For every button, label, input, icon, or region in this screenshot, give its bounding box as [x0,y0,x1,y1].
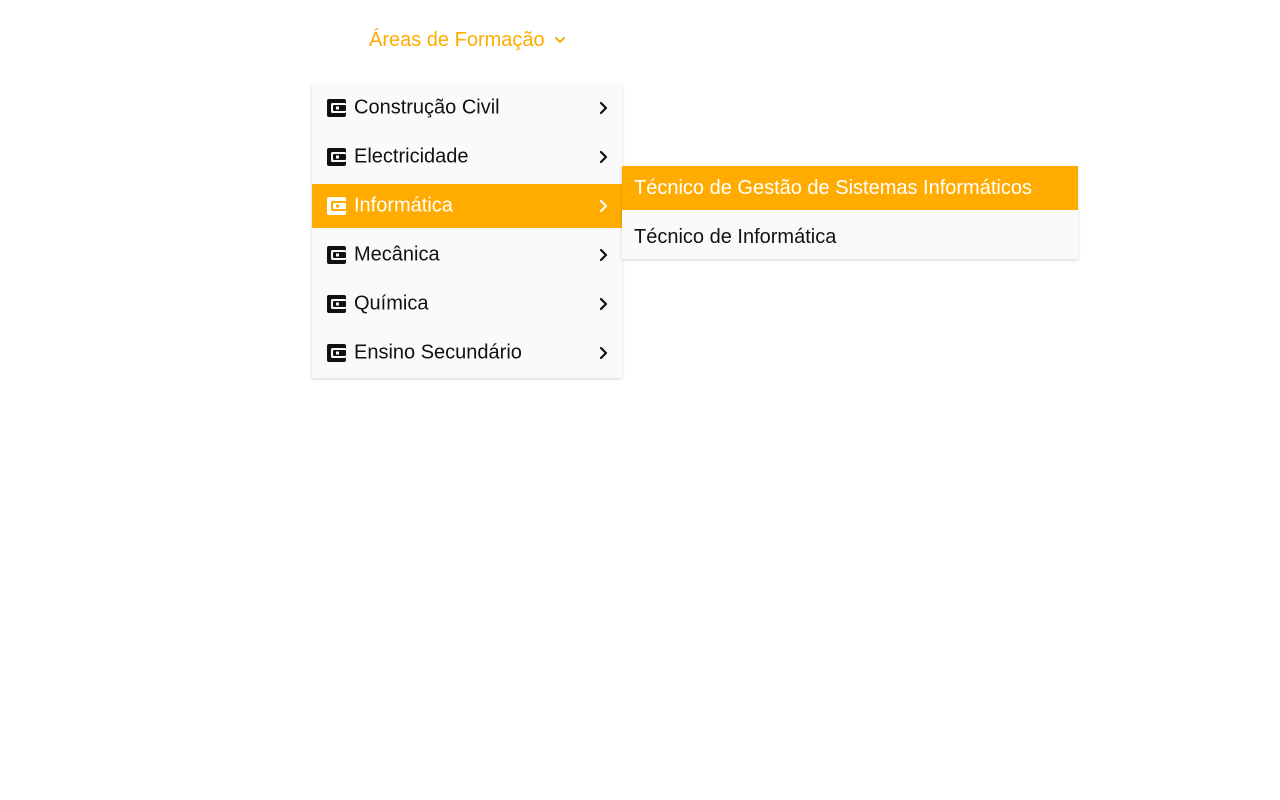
menu-item-label: Electricidade [354,145,469,168]
menu-item-informatica[interactable]: Informática [312,184,622,228]
menu-item-ensino-secundario[interactable]: Ensino Secundário [312,331,622,375]
menu-item-label: Construção Civil [354,96,500,119]
nav-trigger-label: Áreas de Formação [369,28,545,51]
chevron-right-icon [599,248,608,262]
submenu-item-tecnico-informatica[interactable]: Técnico de Informática [622,215,1078,259]
menu-item-construcao-civil[interactable]: Construção Civil [312,86,622,130]
wallet-icon [327,99,346,117]
menu-item-label: Ensino Secundário [354,341,522,364]
menu-item-label: Química [354,292,429,315]
chevron-right-icon [599,150,608,164]
menu-item-quimica[interactable]: Química [312,282,622,326]
wallet-icon [327,344,346,362]
menu-item-mecanica[interactable]: Mecânica [312,233,622,277]
informatica-submenu: Técnico de Gestão de Sistemas Informátic… [622,166,1078,259]
chevron-right-icon [599,346,608,360]
wallet-icon [327,295,346,313]
wallet-icon [327,246,346,264]
menu-item-electricidade[interactable]: Electricidade [312,135,622,179]
areas-formacao-dropdown-trigger[interactable]: Áreas de Formação [369,28,567,52]
chevron-right-icon [599,297,608,311]
wallet-icon [327,197,346,215]
wallet-icon [327,148,346,166]
submenu-item-tecnico-gestao-sistemas[interactable]: Técnico de Gestão de Sistemas Informátic… [622,166,1078,210]
chevron-right-icon [599,101,608,115]
chevron-right-icon [599,199,608,213]
chevron-down-icon [554,37,565,43]
menu-item-label: Informática [354,194,453,217]
areas-menu: Construção Civil Electricidade Informáti… [312,85,622,378]
menu-item-label: Mecânica [354,243,440,266]
